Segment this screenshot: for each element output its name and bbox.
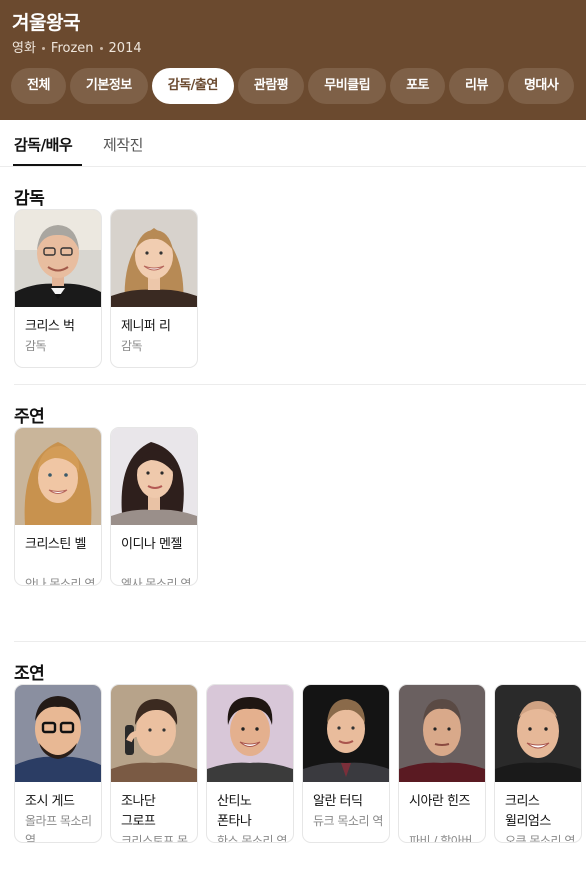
person-photo — [207, 685, 293, 782]
person-photo — [111, 428, 197, 525]
person-photo — [495, 685, 581, 782]
meta-type: 영화 — [12, 41, 36, 56]
person-role: 듀크 목소리 역 — [313, 814, 383, 828]
person-role: 크리스토프 목소... — [121, 834, 188, 843]
person-name: 크리스 윌리엄스 — [505, 794, 551, 829]
active-subtab-indicator — [13, 164, 82, 166]
section-title-directors: 감독 — [14, 189, 45, 209]
section-title-leads: 주연 — [14, 407, 45, 427]
person-name: 시아란 힌즈 — [409, 794, 470, 809]
person-card[interactable]: 이디나 멘젤 엘사 목소리 역 — [110, 427, 198, 586]
person-photo — [15, 428, 101, 525]
person-photo — [303, 685, 389, 782]
subtab-crew[interactable]: 제작진 — [103, 134, 143, 155]
main-tab-bar: 전체 기본정보 감독/출연 관람평 무비클립 포토 리뷰 명대사 — [11, 68, 578, 104]
section-divider — [14, 384, 586, 385]
separator-dot — [41, 47, 45, 50]
person-card[interactable]: 산티노 폰타나 한스 목소리 역 — [206, 684, 294, 843]
movie-meta: 영화 Frozen 2014 — [12, 37, 142, 56]
person-card[interactable]: 제니퍼 리 감독 — [110, 209, 198, 368]
person-role: 엘사 목소리 역 — [121, 577, 191, 586]
tab-cast[interactable]: 감독/출연 — [151, 68, 234, 104]
person-photo — [15, 685, 101, 782]
person-role: 감독 — [121, 339, 143, 353]
cast-sheet: 감독/배우 제작진 감독 크리스 벅 감독 제니퍼 리 감독 주연 크리스틴 벨… — [0, 120, 586, 894]
person-role: 한스 목소리 역 — [217, 834, 287, 843]
person-photo — [111, 685, 197, 782]
movie-title: 겨울왕국 — [12, 12, 80, 34]
person-name: 알란 터딕 — [313, 794, 363, 809]
subtab-directors-actors[interactable]: 감독/배우 — [14, 134, 73, 155]
tab-quotes[interactable]: 명대사 — [507, 68, 575, 104]
person-card[interactable]: 크리스 벅 감독 — [14, 209, 102, 368]
person-card[interactable]: 조나단 그로프 크리스토프 목소... — [110, 684, 198, 843]
person-photo — [111, 210, 197, 307]
tab-reviews-audience[interactable]: 관람평 — [237, 68, 305, 104]
tab-reviews[interactable]: 리뷰 — [449, 68, 504, 104]
tab-basic-info[interactable]: 기본정보 — [69, 68, 148, 104]
section-title-supporting: 조연 — [14, 664, 45, 684]
tab-photos[interactable]: 포토 — [390, 68, 446, 104]
person-card[interactable]: 조시 게드 올라프 목소리 역 — [14, 684, 102, 843]
separator-dot — [99, 47, 103, 50]
person-name: 산티노 폰타나 — [217, 794, 252, 829]
person-name: 조시 게드 — [25, 794, 75, 809]
person-card[interactable]: 크리스틴 벨 안나 목소리 역 — [14, 427, 102, 586]
person-name: 제니퍼 리 — [121, 319, 171, 334]
person-role: 파비 / 할아버지 ... — [409, 834, 472, 843]
person-name: 크리스 벅 — [25, 319, 75, 334]
person-photo — [15, 210, 101, 307]
sub-tab-bar: 감독/배우 제작진 — [0, 120, 586, 167]
person-role: 오큰 목소리 역 — [505, 834, 575, 843]
meta-year: 2014 — [108, 41, 142, 56]
person-role: 안나 목소리 역 — [25, 577, 95, 586]
tab-movie-clips[interactable]: 무비클립 — [308, 68, 387, 104]
person-card[interactable]: 알란 터딕 듀크 목소리 역 — [302, 684, 390, 843]
person-role: 감독 — [25, 339, 47, 353]
section-divider — [14, 641, 586, 642]
movie-header: 겨울왕국 영화 Frozen 2014 전체 기본정보 감독/출연 관람평 무비클립 포토 리뷰… — [0, 0, 586, 120]
person-name: 이디나 멘젤 — [121, 537, 182, 552]
person-role: 올라프 목소리 역 — [25, 814, 92, 843]
person-photo — [399, 685, 485, 782]
person-name: 조나단 그로프 — [121, 794, 156, 829]
person-name: 크리스틴 벨 — [25, 537, 86, 552]
person-card[interactable]: 크리스 윌리엄스 오큰 목소리 역 — [494, 684, 582, 843]
person-card[interactable]: 시아란 힌즈 파비 / 할아버지 ... — [398, 684, 486, 843]
meta-original-title: Frozen — [50, 41, 94, 56]
tab-all[interactable]: 전체 — [11, 68, 66, 104]
